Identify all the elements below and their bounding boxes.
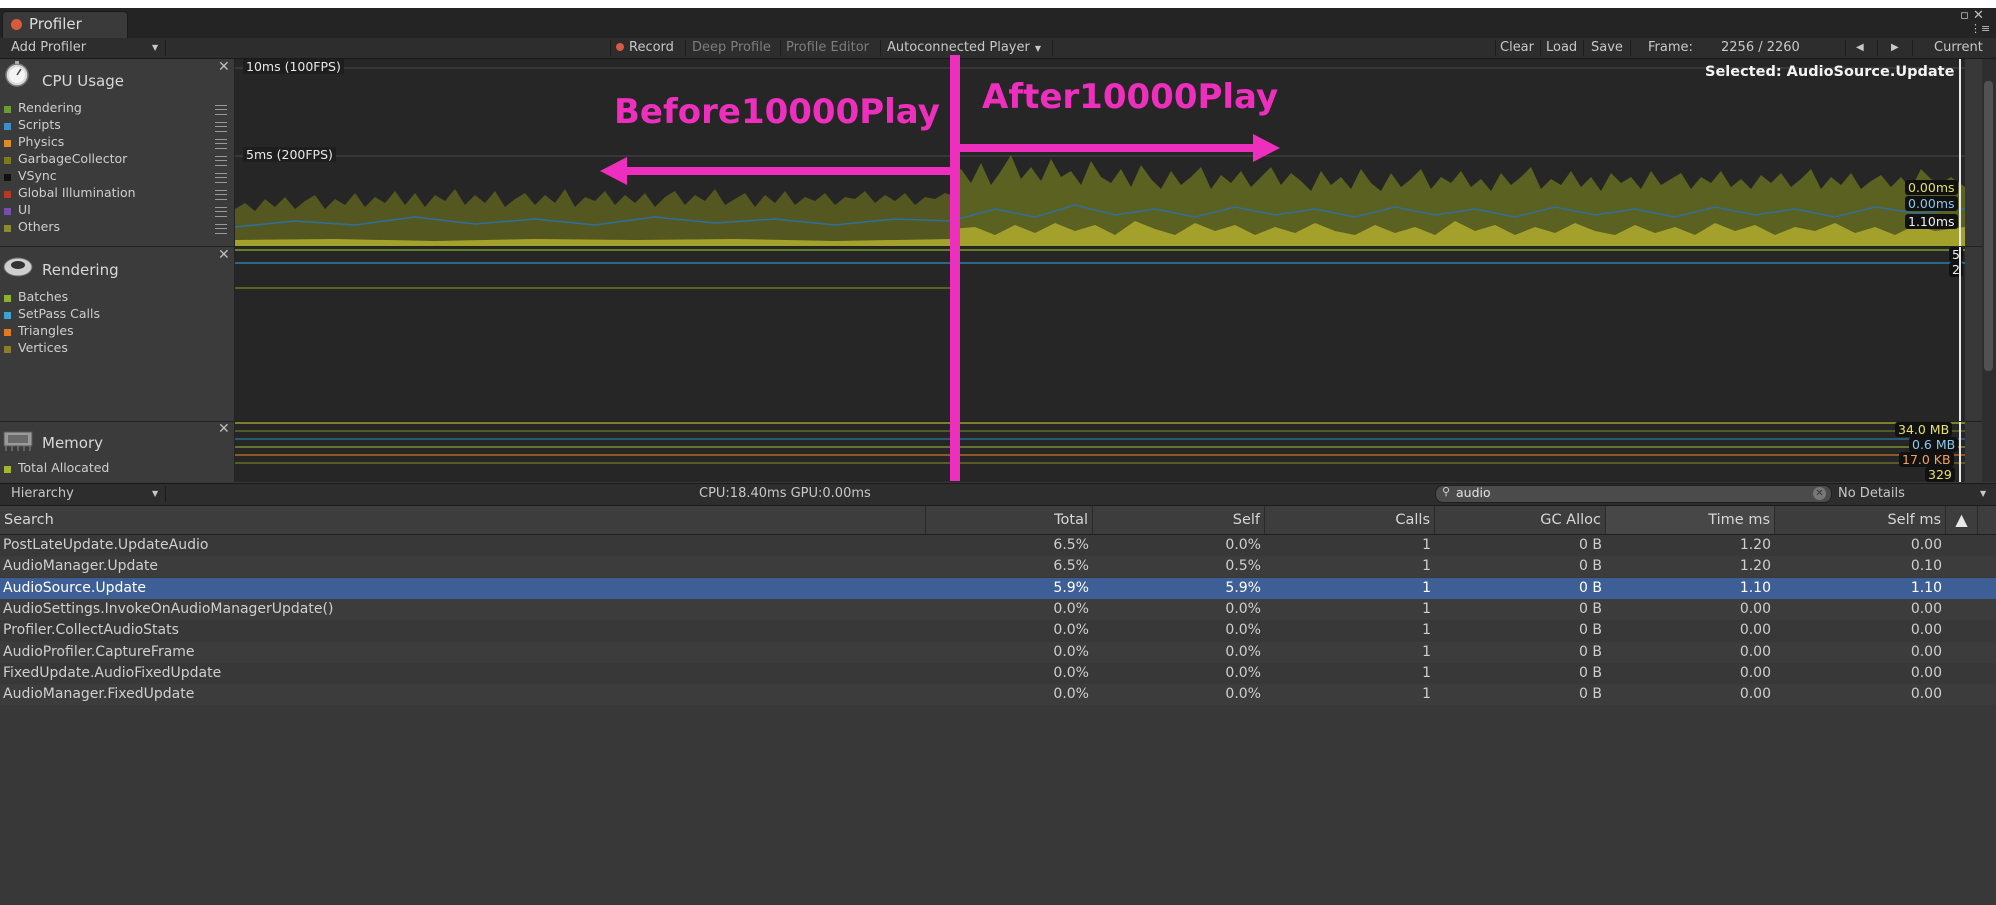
row-total: 6.5%	[1053, 558, 1089, 575]
row-self: 0.0%	[1225, 537, 1261, 553]
row-gc-alloc: 0 B	[1579, 643, 1602, 660]
annotation-arrowhead-left	[600, 157, 627, 185]
row-self: 0.0%	[1225, 622, 1261, 639]
dropdown-arrow-icon: ▼	[152, 489, 159, 498]
row-name: PostLateUpdate.UpdateAudio	[3, 537, 209, 553]
cpu-gpu-summary: CPU:18.40ms GPU:0.00ms	[699, 486, 871, 501]
hierarchy-view-label: Hierarchy	[11, 486, 74, 501]
row-self: 0.0%	[1225, 643, 1261, 660]
row-time-ms: 1.10	[1739, 579, 1771, 596]
table-row[interactable]: AudioManager.Update 6.5% 0.5% 1 0 B 1.20 0.10	[0, 556, 1996, 578]
table-row[interactable]: AudioManager.FixedUpdate 0.0% 0.0% 1 0 B 0.00…	[0, 684, 1996, 706]
row-self: 0.0%	[1225, 600, 1261, 617]
row-self: 0.0%	[1225, 686, 1261, 703]
row-self-ms: 0.00	[1910, 600, 1942, 617]
row-calls: 1	[1422, 622, 1431, 639]
row-self: 0.0%	[1225, 664, 1261, 681]
hierarchy-view-dropdown[interactable]: Hierarchy ▼	[11, 484, 158, 504]
row-time-ms: 0.00	[1739, 686, 1771, 703]
row-self-ms: 0.00	[1910, 686, 1942, 703]
row-time-ms: 0.00	[1739, 600, 1771, 617]
row-calls: 1	[1422, 537, 1431, 553]
search-input[interactable]: audio	[1456, 485, 1491, 500]
table-row[interactable]: AudioSource.Update 5.9% 5.9% 1 0 B 1.10 1.10	[0, 577, 1996, 599]
row-self-ms: 1.10	[1910, 579, 1942, 596]
row-self-ms: 0.00	[1910, 664, 1942, 681]
table-row[interactable]: PostLateUpdate.UpdateAudio 6.5% 0.0% 1 0 B 1.…	[0, 535, 1996, 556]
details-dropdown[interactable]: No Details ▼	[1838, 484, 1986, 504]
row-total: 0.0%	[1053, 600, 1089, 617]
row-time-ms: 0.00	[1739, 622, 1771, 639]
row-gc-alloc: 0 B	[1579, 558, 1602, 575]
clear-search-icon[interactable]: ✕	[1813, 487, 1826, 500]
annotation-before: Before10000Play	[614, 92, 940, 132]
sort-arrow-icon[interactable]: ▲	[1946, 506, 1978, 534]
row-total: 6.5%	[1053, 537, 1089, 553]
row-total: 5.9%	[1053, 579, 1089, 596]
row-name: AudioManager.Update	[3, 558, 159, 575]
table-row[interactable]: FixedUpdate.AudioFixedUpdate 0.0% 0.0% 1 0 B…	[0, 663, 1996, 684]
table-row[interactable]: Profiler.CollectAudioStats 0.0% 0.0% 1 0 B 0.…	[0, 620, 1996, 641]
column-header-calls[interactable]: Calls	[1265, 506, 1435, 534]
row-name: AudioSource.Update	[3, 579, 147, 596]
hierarchy-table-header: Search Total Self Calls GC Alloc Time ms…	[0, 506, 1996, 535]
column-header-self-ms[interactable]: Self ms	[1775, 506, 1946, 534]
row-calls: 1	[1422, 600, 1431, 617]
row-gc-alloc: 0 B	[1579, 686, 1602, 703]
row-self: 0.5%	[1225, 558, 1261, 575]
dropdown-arrow-icon: ▼	[1980, 489, 1987, 498]
row-calls: 1	[1422, 664, 1431, 681]
row-name: Profiler.CollectAudioStats	[3, 622, 179, 639]
annotation-after: After10000Play	[982, 77, 1279, 117]
row-time-ms: 0.00	[1739, 643, 1771, 660]
column-header-self[interactable]: Self	[1093, 506, 1265, 534]
row-total: 0.0%	[1053, 643, 1089, 660]
row-calls: 1	[1422, 558, 1431, 575]
column-header-gc-alloc[interactable]: GC Alloc	[1435, 506, 1606, 534]
row-total: 0.0%	[1053, 664, 1089, 681]
row-self-ms: 0.10	[1910, 558, 1942, 575]
row-total: 0.0%	[1053, 686, 1089, 703]
row-gc-alloc: 0 B	[1579, 579, 1602, 596]
row-name: AudioProfiler.CaptureFrame	[3, 643, 195, 660]
row-self-ms: 0.00	[1910, 643, 1942, 660]
table-row[interactable]: AudioProfiler.CaptureFrame 0.0% 0.0% 1 0 B 0.…	[0, 641, 1996, 663]
row-gc-alloc: 0 B	[1579, 600, 1602, 617]
row-calls: 1	[1422, 686, 1431, 703]
column-header-time-ms[interactable]: Time ms	[1606, 506, 1775, 534]
row-gc-alloc: 0 B	[1579, 664, 1602, 681]
row-self-ms: 0.00	[1910, 622, 1942, 639]
toolbar-separator	[165, 486, 166, 502]
row-time-ms: 1.20	[1739, 558, 1771, 575]
row-time-ms: 0.00	[1739, 664, 1771, 681]
row-calls: 1	[1422, 643, 1431, 660]
row-name: FixedUpdate.AudioFixedUpdate	[3, 664, 222, 681]
annotation-overlay	[600, 55, 1280, 481]
row-calls: 1	[1422, 579, 1431, 596]
row-total: 0.0%	[1053, 622, 1089, 639]
annotation-divider-line	[950, 55, 960, 481]
row-name: AudioSettings.InvokeOnAudioManagerUpdate…	[3, 600, 334, 617]
row-self-ms: 0.00	[1910, 537, 1942, 553]
row-name: AudioManager.FixedUpdate	[3, 686, 195, 703]
column-header-search[interactable]: Search	[0, 506, 926, 534]
details-label: No Details	[1838, 486, 1905, 501]
column-header-total[interactable]: Total	[926, 506, 1093, 534]
search-field[interactable]: ⚲ audio ✕	[1435, 485, 1832, 503]
search-icon: ⚲	[1442, 485, 1451, 498]
row-gc-alloc: 0 B	[1579, 537, 1602, 553]
row-self: 5.9%	[1225, 579, 1261, 596]
row-time-ms: 1.20	[1739, 537, 1771, 553]
table-row[interactable]: AudioSettings.InvokeOnAudioManagerUpdate…	[0, 598, 1996, 620]
annotation-arrowhead-right	[1253, 134, 1280, 162]
row-gc-alloc: 0 B	[1579, 622, 1602, 639]
